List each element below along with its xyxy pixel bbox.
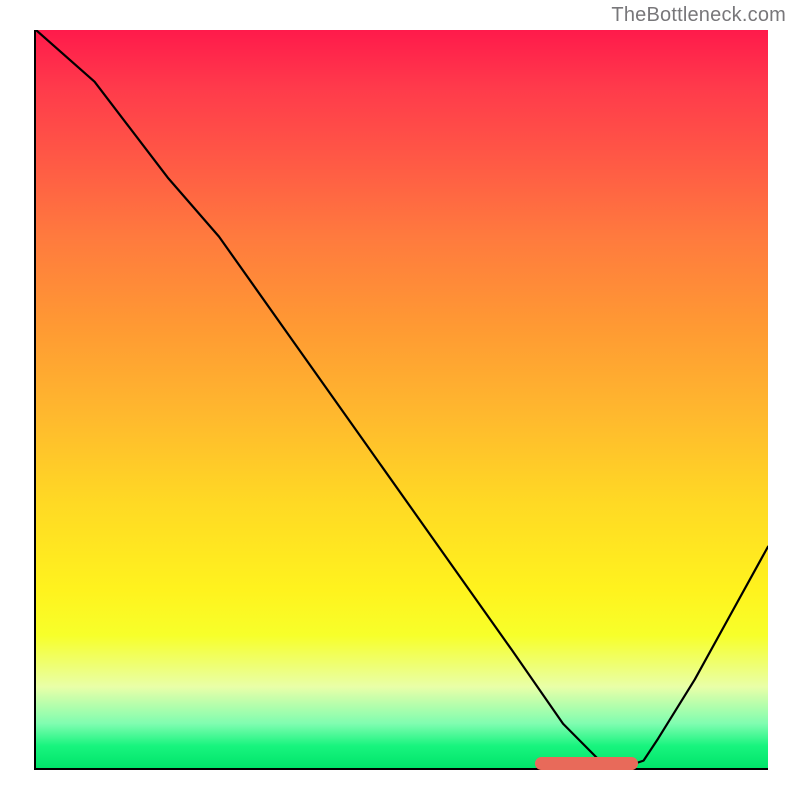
optimal-range-marker <box>535 757 638 770</box>
chart-svg <box>36 30 768 768</box>
bottleneck-curve-path <box>36 30 768 768</box>
watermark-text: TheBottleneck.com <box>611 4 786 27</box>
chart-plot-area <box>34 30 768 770</box>
